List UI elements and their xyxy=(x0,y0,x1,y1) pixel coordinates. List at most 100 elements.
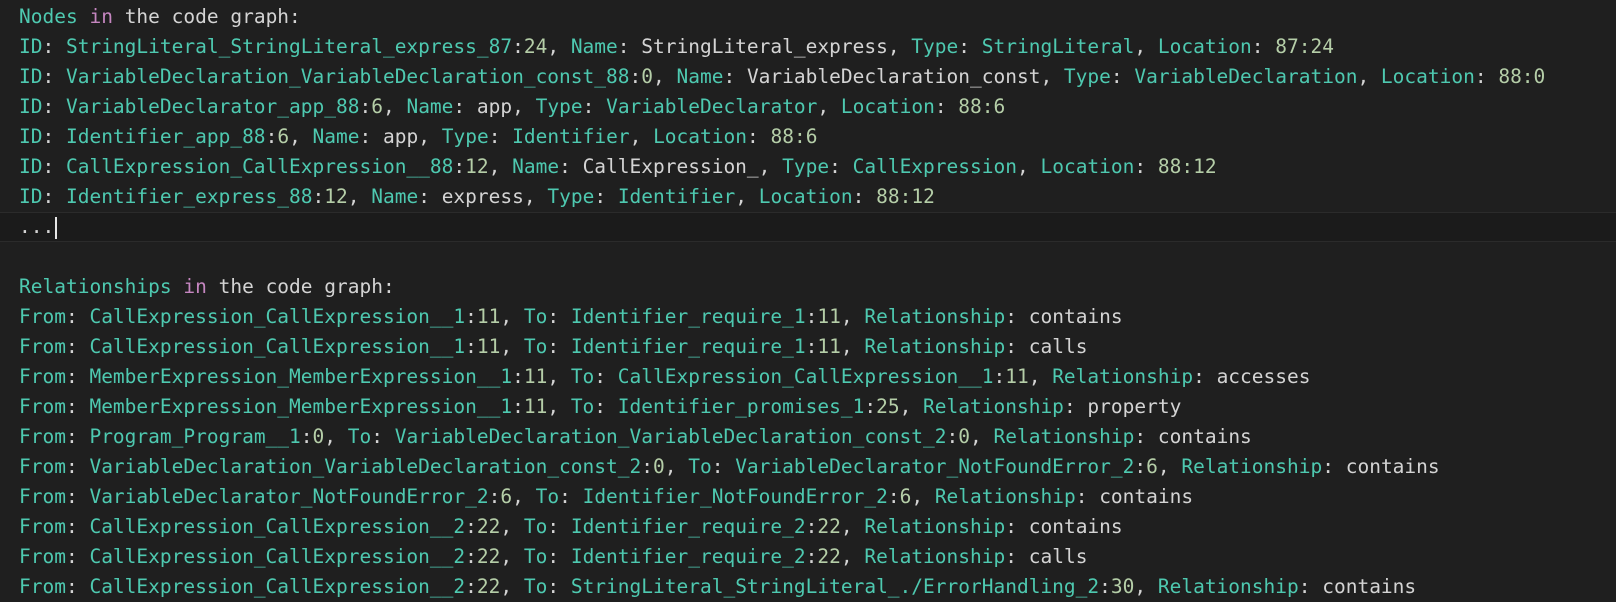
node-type-value: VariableDeclaration xyxy=(1134,65,1358,88)
relationship-row: From: Program_Program__1:0, To: Variable… xyxy=(19,425,1252,448)
nodes-header-keyword: in xyxy=(89,5,113,28)
rel-type-label: Relationship xyxy=(864,335,1006,358)
rel-from-value: VariableDeclarator_NotFoundError_2 xyxy=(89,485,489,508)
rel-from-label: From xyxy=(19,365,66,388)
rel-to-value: Identifier_require_2 xyxy=(570,545,806,568)
node-location-label: Location xyxy=(1380,65,1475,88)
node-id-number: 12 xyxy=(465,155,489,178)
relationships-header-word: Relationships xyxy=(19,275,172,298)
rel-type-value: contains xyxy=(1028,305,1123,328)
ellipsis-text: ... xyxy=(19,215,55,238)
rel-from-value: CallExpression_CallExpression__1 xyxy=(89,305,466,328)
relationship-row: From: VariableDeclarator_NotFoundError_2… xyxy=(19,485,1194,508)
node-id-label: ID xyxy=(19,155,43,178)
rel-type-label: Relationship xyxy=(993,425,1135,448)
rel-to-value: Identifier_NotFoundError_2 xyxy=(582,485,888,508)
rel-type-value: calls xyxy=(1028,545,1088,568)
nodes-header-rest: the code graph: xyxy=(124,5,301,28)
rel-from-value: MemberExpression_MemberExpression__1 xyxy=(89,395,513,418)
node-name-value: app xyxy=(476,95,513,118)
rel-to-label: To xyxy=(523,545,548,568)
node-id-label: ID xyxy=(19,125,43,148)
relationship-row: From: CallExpression_CallExpression__2:2… xyxy=(19,515,1123,538)
rel-from-value: CallExpression_CallExpression__2 xyxy=(89,515,466,538)
rel-type-label: Relationship xyxy=(864,305,1006,328)
rel-from-number: 0 xyxy=(652,455,665,478)
node-id-number: 24 xyxy=(523,35,548,58)
rel-to-number: 6 xyxy=(1146,455,1158,478)
node-id-value: Identifier_app_88 xyxy=(65,125,266,148)
rel-to-label: To xyxy=(523,515,548,538)
rel-from-label: From xyxy=(19,425,66,448)
rel-to-number: 0 xyxy=(958,425,971,448)
node-name-label: Name xyxy=(371,185,419,208)
rel-type-label: Relationship xyxy=(1157,575,1299,598)
rel-type-label: Relationship xyxy=(864,515,1006,538)
node-location-label: Location xyxy=(758,185,853,208)
relationships-header-line: Relationships in the code graph: xyxy=(19,272,1616,302)
rel-to-number: 30 xyxy=(1110,575,1135,598)
nodes-list: ID: StringLiteral_StringLiteral_express_… xyxy=(19,32,1616,212)
relationship-row: From: CallExpression_CallExpression__1:1… xyxy=(19,335,1088,358)
node-name-value: StringLiteral_express xyxy=(641,35,888,58)
rel-from-value: CallExpression_CallExpression__2 xyxy=(89,545,466,568)
relationship-row: From: MemberExpression_MemberExpression_… xyxy=(19,365,1311,388)
rel-type-label: Relationship xyxy=(923,395,1064,418)
nodes-header-line: Nodes in the code graph: xyxy=(19,2,1616,32)
node-name-value: VariableDeclaration_const xyxy=(746,65,1041,88)
node-id-number: 12 xyxy=(324,185,348,208)
relationship-row: From: CallExpression_CallExpression__2:2… xyxy=(19,545,1088,568)
node-name-label: Name xyxy=(676,65,724,88)
rel-from-value: CallExpression_CallExpression__1 xyxy=(89,335,466,358)
rel-to-label: To xyxy=(523,335,548,358)
current-line[interactable]: ... xyxy=(0,212,1616,242)
rel-type-label: Relationship xyxy=(1052,365,1194,388)
rel-from-label: From xyxy=(19,575,66,598)
node-type-value: CallExpression xyxy=(852,155,1017,178)
rel-type-value: calls xyxy=(1028,335,1088,358)
node-name-label: Name xyxy=(312,125,360,148)
rel-type-value: contains xyxy=(1028,515,1123,538)
relationships-list: From: CallExpression_CallExpression__1:1… xyxy=(19,302,1616,602)
node-type-value: Identifier xyxy=(617,185,736,208)
node-location-value: 88:12 xyxy=(876,185,935,208)
node-id-number: 6 xyxy=(371,95,383,118)
rel-to-number: 11 xyxy=(817,335,841,358)
rel-from-number: 0 xyxy=(312,425,325,448)
rel-from-number: 6 xyxy=(500,485,513,508)
node-type-label: Type xyxy=(782,155,830,178)
rel-to-label: To xyxy=(347,425,372,448)
rel-from-label: From xyxy=(19,485,66,508)
node-type-value: VariableDeclarator xyxy=(606,95,818,118)
relationships-header-keyword: in xyxy=(183,275,207,298)
rel-from-label: From xyxy=(19,395,66,418)
node-location-value: 88:12 xyxy=(1157,155,1217,178)
rel-to-number: 6 xyxy=(899,485,912,508)
node-location-value: 88:0 xyxy=(1498,65,1546,88)
rel-to-number: 25 xyxy=(876,395,900,418)
node-row: ID: Identifier_express_88:12, Name: expr… xyxy=(19,185,935,208)
node-location-label: Location xyxy=(1157,35,1252,58)
node-location-value: 88:6 xyxy=(770,125,818,148)
rel-type-value: contains xyxy=(1322,575,1417,598)
node-name-label: Name xyxy=(570,35,618,58)
node-name-value: CallExpression_ xyxy=(582,155,759,178)
rel-to-number: 11 xyxy=(817,305,841,328)
rel-to-value: Identifier_require_1 xyxy=(570,305,806,328)
rel-from-value: VariableDeclaration_VariableDeclaration_… xyxy=(89,455,642,478)
node-type-label: Type xyxy=(547,185,595,208)
node-type-label: Type xyxy=(441,125,489,148)
node-name-label: Name xyxy=(512,155,560,178)
rel-from-label: From xyxy=(19,305,66,328)
node-type-value: StringLiteral xyxy=(981,35,1135,58)
rel-type-value: accesses xyxy=(1216,365,1311,388)
relationship-row: From: CallExpression_CallExpression__1:1… xyxy=(19,305,1123,328)
node-location-value: 88:6 xyxy=(958,95,1006,118)
rel-from-number: 22 xyxy=(476,545,501,568)
node-row: ID: Identifier_app_88:6, Name: app, Type… xyxy=(19,125,818,148)
rel-to-value: CallExpression_CallExpression__1 xyxy=(617,365,994,388)
rel-to-label: To xyxy=(523,305,548,328)
editor-text-area[interactable]: Nodes in the code graph: ID: StringLiter… xyxy=(0,2,1616,602)
rel-to-value: Identifier_require_2 xyxy=(570,515,806,538)
